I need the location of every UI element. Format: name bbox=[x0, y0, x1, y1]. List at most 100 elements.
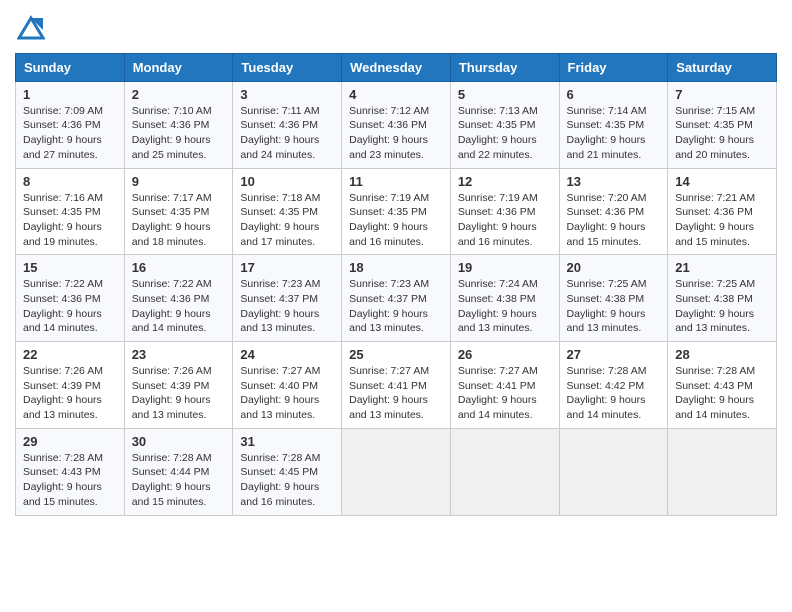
day-number: 26 bbox=[458, 347, 552, 362]
logo-icon bbox=[17, 14, 45, 42]
calendar-cell: 26 Sunrise: 7:27 AM Sunset: 4:41 PM Dayl… bbox=[450, 342, 559, 429]
calendar-cell: 20 Sunrise: 7:25 AM Sunset: 4:38 PM Dayl… bbox=[559, 255, 668, 342]
day-number: 20 bbox=[567, 260, 661, 275]
sunrise-time: 7:17 AM bbox=[173, 192, 212, 204]
calendar-week-row: 29 Sunrise: 7:28 AM Sunset: 4:43 PM Dayl… bbox=[16, 428, 777, 515]
weekday-header-sunday: Sunday bbox=[16, 53, 125, 81]
sunset-time: 4:41 PM bbox=[496, 380, 535, 392]
sunset-time: 4:38 PM bbox=[496, 293, 535, 305]
daylight-label: Daylight: bbox=[675, 394, 719, 406]
sunset-label: Sunset: bbox=[675, 206, 714, 218]
daylight-label: Daylight: bbox=[132, 134, 176, 146]
day-number: 3 bbox=[240, 87, 334, 102]
sunrise-label: Sunrise: bbox=[132, 278, 173, 290]
daylight-label: Daylight: bbox=[458, 394, 502, 406]
day-number: 2 bbox=[132, 87, 226, 102]
day-number: 4 bbox=[349, 87, 443, 102]
calendar-cell bbox=[559, 428, 668, 515]
sunset-label: Sunset: bbox=[567, 293, 606, 305]
day-info: Sunrise: 7:27 AM Sunset: 4:41 PM Dayligh… bbox=[458, 364, 552, 423]
weekday-header-friday: Friday bbox=[559, 53, 668, 81]
day-info: Sunrise: 7:16 AM Sunset: 4:35 PM Dayligh… bbox=[23, 191, 117, 250]
day-number: 9 bbox=[132, 174, 226, 189]
day-number: 8 bbox=[23, 174, 117, 189]
daylight-label: Daylight: bbox=[132, 394, 176, 406]
sunrise-time: 7:09 AM bbox=[64, 105, 103, 117]
daylight-label: Daylight: bbox=[349, 221, 393, 233]
weekday-header-tuesday: Tuesday bbox=[233, 53, 342, 81]
day-info: Sunrise: 7:13 AM Sunset: 4:35 PM Dayligh… bbox=[458, 104, 552, 163]
sunset-time: 4:43 PM bbox=[62, 466, 101, 478]
sunset-label: Sunset: bbox=[132, 380, 171, 392]
calendar-cell: 3 Sunrise: 7:11 AM Sunset: 4:36 PM Dayli… bbox=[233, 81, 342, 168]
calendar-week-row: 22 Sunrise: 7:26 AM Sunset: 4:39 PM Dayl… bbox=[16, 342, 777, 429]
sunrise-time: 7:13 AM bbox=[499, 105, 538, 117]
calendar-cell: 22 Sunrise: 7:26 AM Sunset: 4:39 PM Dayl… bbox=[16, 342, 125, 429]
sunset-label: Sunset: bbox=[458, 380, 497, 392]
sunset-time: 4:44 PM bbox=[170, 466, 209, 478]
sunset-label: Sunset: bbox=[132, 206, 171, 218]
day-number: 17 bbox=[240, 260, 334, 275]
sunrise-time: 7:21 AM bbox=[717, 192, 756, 204]
day-info: Sunrise: 7:28 AM Sunset: 4:43 PM Dayligh… bbox=[675, 364, 769, 423]
sunrise-label: Sunrise: bbox=[23, 192, 64, 204]
sunrise-time: 7:18 AM bbox=[282, 192, 321, 204]
calendar-cell: 23 Sunrise: 7:26 AM Sunset: 4:39 PM Dayl… bbox=[124, 342, 233, 429]
sunrise-label: Sunrise: bbox=[349, 365, 390, 377]
day-number: 16 bbox=[132, 260, 226, 275]
sunset-time: 4:39 PM bbox=[62, 380, 101, 392]
daylight-label: Daylight: bbox=[458, 308, 502, 320]
daylight-label: Daylight: bbox=[567, 221, 611, 233]
calendar-cell: 25 Sunrise: 7:27 AM Sunset: 4:41 PM Dayl… bbox=[342, 342, 451, 429]
sunrise-label: Sunrise: bbox=[567, 105, 608, 117]
sunset-time: 4:35 PM bbox=[388, 206, 427, 218]
sunrise-label: Sunrise: bbox=[132, 192, 173, 204]
daylight-label: Daylight: bbox=[349, 308, 393, 320]
sunset-label: Sunset: bbox=[675, 119, 714, 131]
day-number: 31 bbox=[240, 434, 334, 449]
day-number: 18 bbox=[349, 260, 443, 275]
sunrise-label: Sunrise: bbox=[567, 365, 608, 377]
daylight-label: Daylight: bbox=[458, 134, 502, 146]
day-number: 21 bbox=[675, 260, 769, 275]
day-info: Sunrise: 7:22 AM Sunset: 4:36 PM Dayligh… bbox=[132, 277, 226, 336]
calendar-cell: 15 Sunrise: 7:22 AM Sunset: 4:36 PM Dayl… bbox=[16, 255, 125, 342]
calendar-cell: 8 Sunrise: 7:16 AM Sunset: 4:35 PM Dayli… bbox=[16, 168, 125, 255]
day-info: Sunrise: 7:19 AM Sunset: 4:36 PM Dayligh… bbox=[458, 191, 552, 250]
sunset-label: Sunset: bbox=[349, 380, 388, 392]
sunset-label: Sunset: bbox=[458, 119, 497, 131]
daylight-label: Daylight: bbox=[240, 134, 284, 146]
page-header bbox=[15, 10, 777, 47]
day-number: 1 bbox=[23, 87, 117, 102]
daylight-label: Daylight: bbox=[23, 308, 67, 320]
daylight-label: Daylight: bbox=[675, 221, 719, 233]
calendar-cell: 6 Sunrise: 7:14 AM Sunset: 4:35 PM Dayli… bbox=[559, 81, 668, 168]
day-info: Sunrise: 7:25 AM Sunset: 4:38 PM Dayligh… bbox=[567, 277, 661, 336]
sunrise-label: Sunrise: bbox=[458, 278, 499, 290]
sunrise-time: 7:20 AM bbox=[608, 192, 647, 204]
sunset-label: Sunset: bbox=[23, 119, 62, 131]
sunset-time: 4:38 PM bbox=[714, 293, 753, 305]
day-info: Sunrise: 7:09 AM Sunset: 4:36 PM Dayligh… bbox=[23, 104, 117, 163]
sunrise-time: 7:19 AM bbox=[499, 192, 538, 204]
daylight-label: Daylight: bbox=[567, 394, 611, 406]
sunrise-label: Sunrise: bbox=[567, 192, 608, 204]
calendar-cell: 4 Sunrise: 7:12 AM Sunset: 4:36 PM Dayli… bbox=[342, 81, 451, 168]
sunset-time: 4:37 PM bbox=[388, 293, 427, 305]
sunset-time: 4:36 PM bbox=[170, 119, 209, 131]
sunset-time: 4:39 PM bbox=[170, 380, 209, 392]
calendar-week-row: 15 Sunrise: 7:22 AM Sunset: 4:36 PM Dayl… bbox=[16, 255, 777, 342]
sunrise-label: Sunrise: bbox=[349, 192, 390, 204]
sunrise-label: Sunrise: bbox=[132, 365, 173, 377]
sunrise-time: 7:16 AM bbox=[64, 192, 103, 204]
calendar-cell: 10 Sunrise: 7:18 AM Sunset: 4:35 PM Dayl… bbox=[233, 168, 342, 255]
calendar-cell: 31 Sunrise: 7:28 AM Sunset: 4:45 PM Dayl… bbox=[233, 428, 342, 515]
calendar-cell: 27 Sunrise: 7:28 AM Sunset: 4:42 PM Dayl… bbox=[559, 342, 668, 429]
calendar-cell: 1 Sunrise: 7:09 AM Sunset: 4:36 PM Dayli… bbox=[16, 81, 125, 168]
day-info: Sunrise: 7:28 AM Sunset: 4:42 PM Dayligh… bbox=[567, 364, 661, 423]
sunrise-label: Sunrise: bbox=[23, 452, 64, 464]
sunrise-label: Sunrise: bbox=[23, 365, 64, 377]
day-number: 24 bbox=[240, 347, 334, 362]
sunrise-time: 7:26 AM bbox=[64, 365, 103, 377]
day-info: Sunrise: 7:21 AM Sunset: 4:36 PM Dayligh… bbox=[675, 191, 769, 250]
